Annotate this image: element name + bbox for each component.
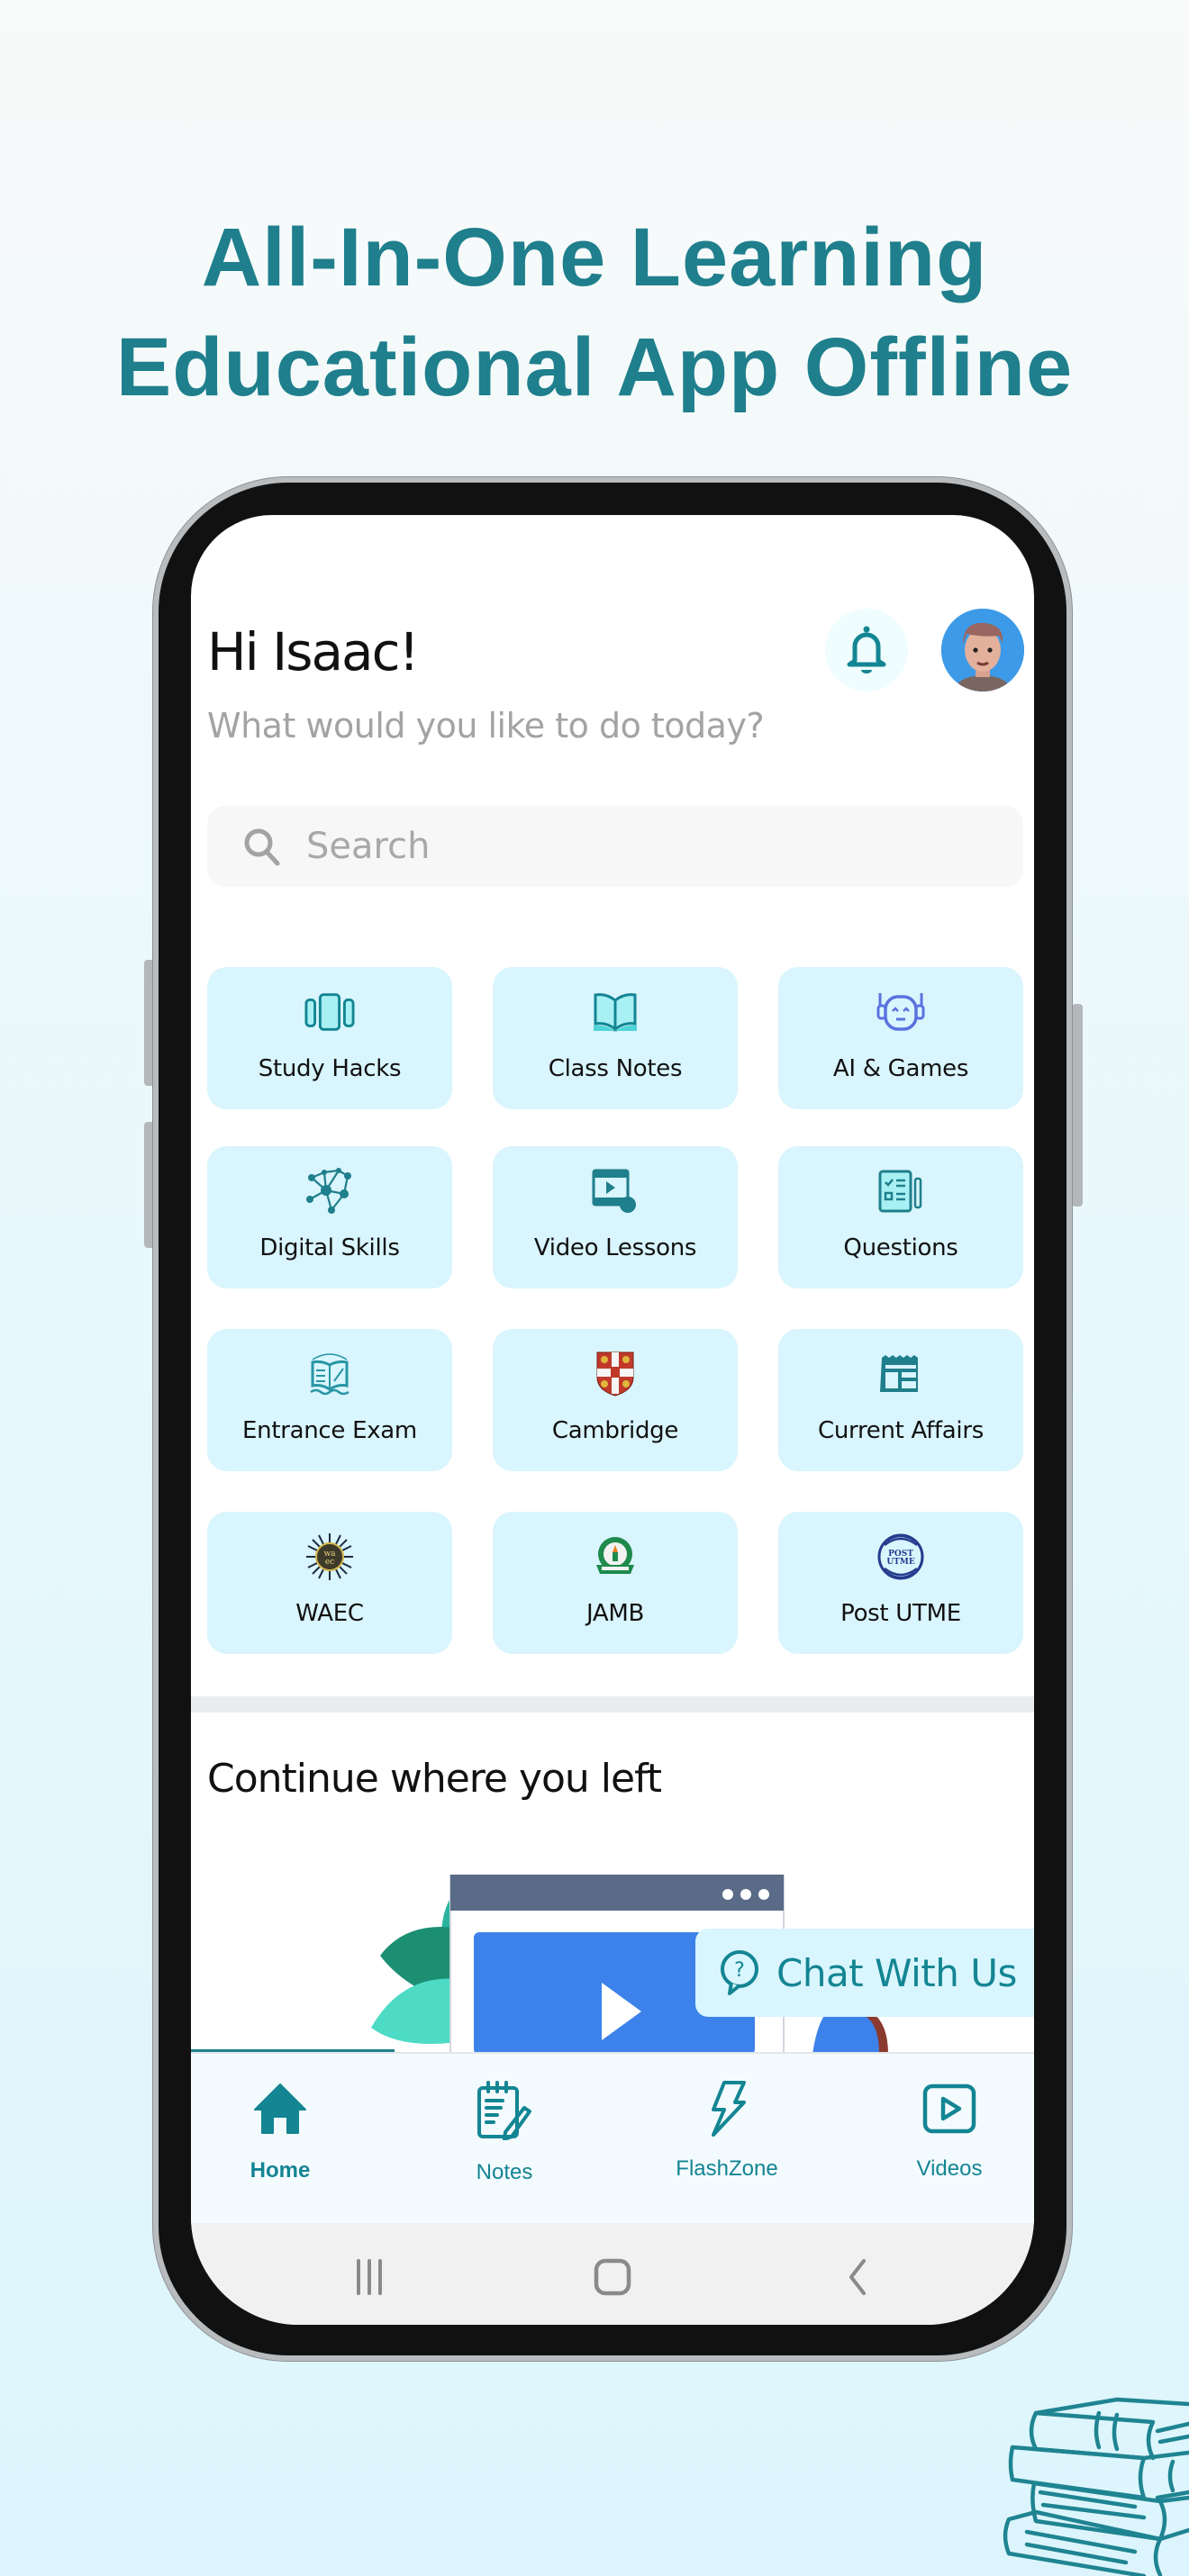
avatar-image — [941, 609, 1024, 691]
help-chat-icon: ? — [721, 1950, 758, 1995]
promo-headline: All-In-One Learning Educational App Offl… — [0, 203, 1189, 422]
tile-jamb[interactable]: JAMB — [493, 1512, 738, 1654]
section-divider — [191, 1696, 1034, 1713]
tile-label: Entrance Exam — [242, 1417, 417, 1444]
tile-label: Class Notes — [548, 1055, 683, 1082]
tile-ai-games[interactable]: AI & Games — [778, 967, 1023, 1109]
search-input[interactable] — [306, 826, 937, 867]
entrance-exam-logo — [310, 1353, 349, 1396]
system-navigation-bar — [191, 2223, 1034, 2325]
nav-notes[interactable]: Notes — [423, 2081, 585, 2185]
home-outline-icon — [594, 2258, 631, 2296]
bell-icon — [847, 626, 886, 673]
tile-label: Digital Skills — [259, 1234, 400, 1261]
bottom-navigation: Home Notes FlashZone Videos — [191, 2052, 1034, 2223]
cards-icon — [304, 993, 355, 1031]
nav-home[interactable]: Home — [199, 2081, 361, 2183]
tile-post-utme[interactable]: POST UTME Post UTME — [778, 1512, 1023, 1654]
nav-label: FlashZone — [676, 2156, 778, 2181]
tile-label: WAEC — [295, 1600, 364, 1627]
tile-label: JAMB — [585, 1600, 645, 1627]
notes-icon — [477, 2081, 531, 2140]
tile-waec[interactable]: wa ec WAEC — [207, 1512, 452, 1654]
tile-label: AI & Games — [832, 1055, 969, 1082]
video-tap-icon — [592, 1169, 636, 1213]
lightning-icon — [712, 2081, 746, 2137]
headline-line-1: All-In-One Learning — [201, 212, 988, 303]
robot-icon — [876, 993, 925, 1031]
tile-entrance-exam[interactable]: Entrance Exam — [207, 1329, 452, 1471]
greeting-subtitle: What would you like to do today? — [207, 706, 765, 746]
tile-digital-skills[interactable]: Digital Skills — [207, 1146, 452, 1288]
chat-with-us-button[interactable]: ? Chat With Us — [695, 1929, 1034, 2017]
newspaper-icon — [880, 1355, 918, 1392]
search-icon — [244, 828, 280, 866]
user-avatar[interactable] — [941, 609, 1024, 691]
phone-power-button — [1072, 1004, 1083, 1207]
jamb-logo — [596, 1537, 634, 1574]
recents-icon — [357, 2259, 382, 2295]
tile-label: Study Hacks — [258, 1055, 402, 1082]
tile-questions[interactable]: Questions — [778, 1146, 1023, 1288]
app-screen: Hi Isaac! What would you like to do toda… — [191, 515, 1034, 2325]
cambridge-crest — [596, 1351, 634, 1396]
nav-videos[interactable]: Videos — [868, 2081, 1030, 2182]
recents-button[interactable] — [342, 2250, 396, 2304]
svg-text:UTME: UTME — [886, 1558, 915, 1567]
search-bar[interactable] — [207, 806, 1023, 887]
nav-label: Notes — [476, 2160, 533, 2184]
tile-label: Video Lessons — [533, 1234, 697, 1261]
post-utme-logo: POST UTME — [877, 1533, 924, 1580]
checklist-icon — [878, 1170, 922, 1213]
system-home-button[interactable] — [585, 2250, 640, 2304]
waec-logo: wa ec — [306, 1533, 353, 1580]
books-stack-icon — [1003, 2397, 1189, 2576]
tile-class-notes[interactable]: Class Notes — [493, 967, 738, 1109]
tile-label: Current Affairs — [818, 1417, 984, 1444]
headline-line-2: Educational App Offline — [115, 321, 1074, 413]
nav-flashzone[interactable]: FlashZone — [646, 2081, 808, 2182]
greeting: Hi Isaac! — [207, 621, 420, 682]
back-chevron-icon — [849, 2259, 866, 2295]
tile-current-affairs[interactable]: Current Affairs — [778, 1329, 1023, 1471]
continue-section-title: Continue where you left — [207, 1756, 662, 1802]
nav-label: Videos — [916, 2156, 983, 2181]
tile-video-lessons[interactable]: Video Lessons — [493, 1146, 738, 1288]
back-button[interactable] — [830, 2250, 885, 2304]
tile-label: Post UTME — [840, 1600, 961, 1627]
play-icon — [922, 2083, 976, 2134]
tile-label: Cambridge — [551, 1417, 679, 1444]
nav-label: Home — [250, 2158, 311, 2183]
home-icon — [254, 2083, 306, 2134]
chat-label: Chat With Us — [776, 1950, 1017, 1995]
network-icon — [306, 1168, 351, 1214]
tile-cambridge[interactable]: Cambridge — [493, 1329, 738, 1471]
tile-label: Questions — [843, 1234, 958, 1261]
svg-text:?: ? — [734, 1959, 745, 1982]
open-book-icon — [594, 993, 637, 1033]
svg-text:ec: ec — [325, 1558, 334, 1567]
notifications-button[interactable] — [825, 609, 908, 691]
tile-study-hacks[interactable]: Study Hacks — [207, 967, 452, 1109]
